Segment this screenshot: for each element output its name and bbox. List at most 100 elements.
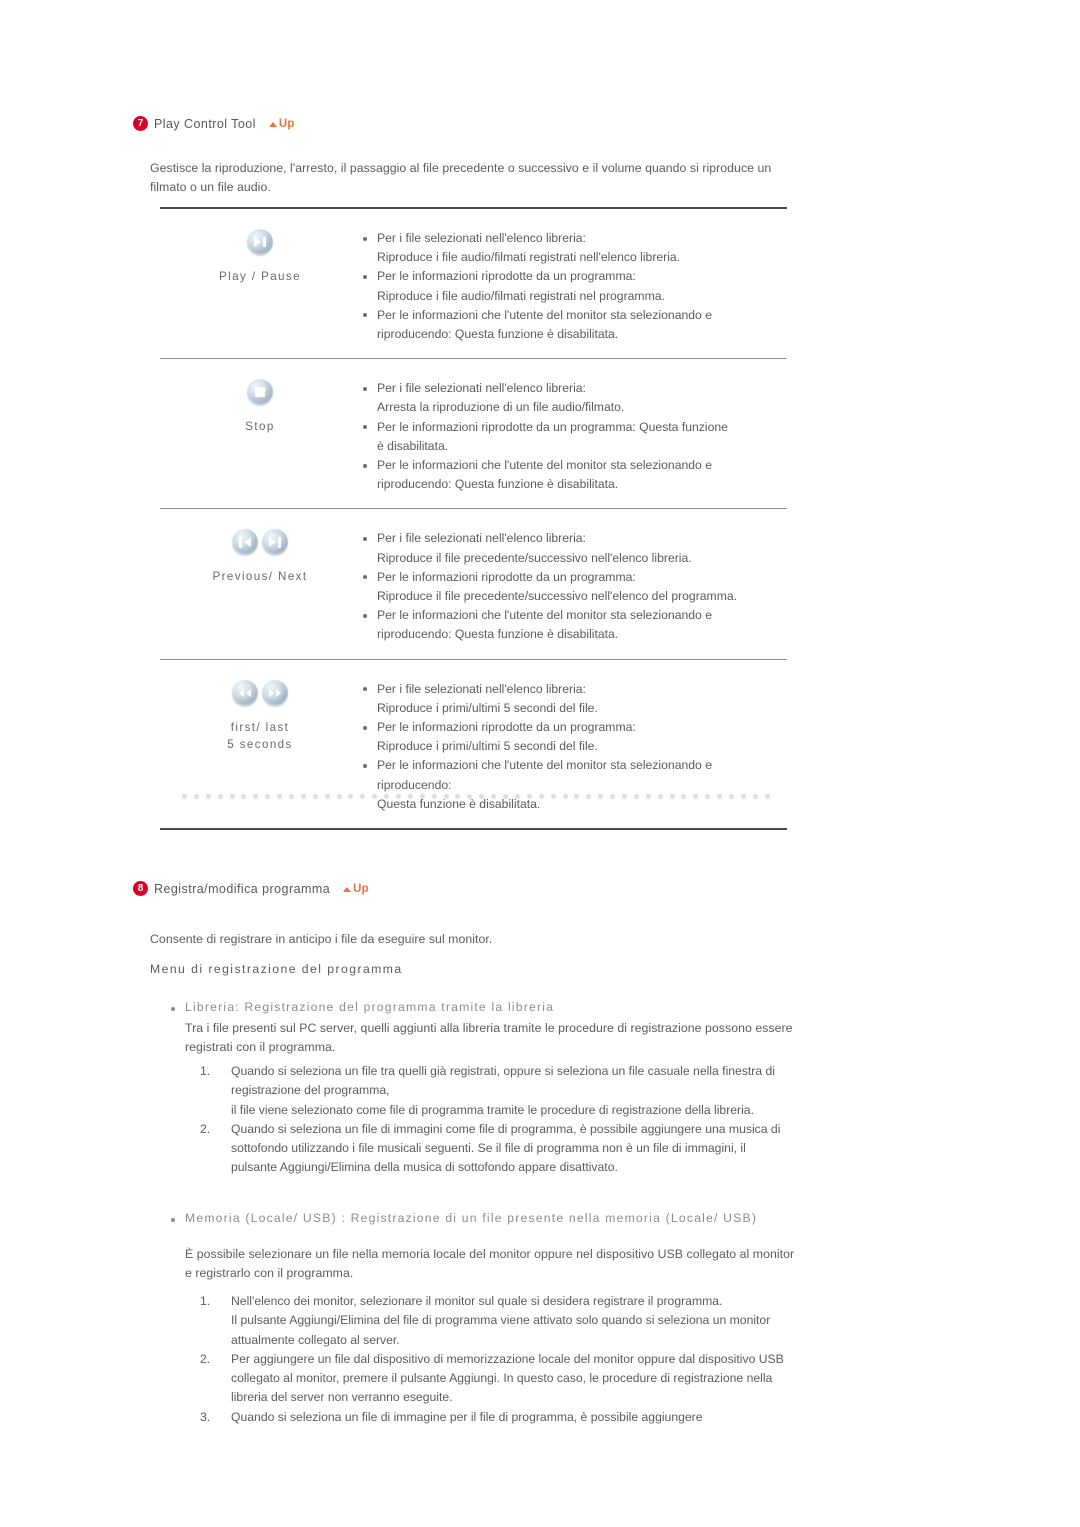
list-item: 2. Quando si seleziona un file di immagi… xyxy=(200,1120,790,1178)
program-menu-heading: Menu di registrazione del programma xyxy=(150,962,403,976)
bullet-lead: Per le informazioni riprodotte da un pro… xyxy=(377,269,636,284)
list-item: Per i file selezionati nell'elenco libre… xyxy=(360,229,781,267)
memory-heading: Memoria (Locale/ USB) : Registrazione di… xyxy=(168,1211,757,1225)
memory-body: È possibile selezionare un file nella me… xyxy=(185,1247,795,1280)
up-link-label: Up xyxy=(353,882,369,895)
previous-next-icon xyxy=(232,529,288,556)
triangle-up-icon xyxy=(268,122,277,127)
library-body: Tra i file presenti sul PC server, quell… xyxy=(185,1021,793,1054)
list-item: 3. Quando si seleziona un file di immagi… xyxy=(200,1408,790,1427)
library-heading: Libreria: Registrazione del programma tr… xyxy=(168,1000,554,1014)
row-icon-cell: Previous/ Next xyxy=(160,509,360,599)
list-item-lead: Quando si seleziona un file tra quelli g… xyxy=(231,1064,776,1098)
bullet-sub: è disabilitata. xyxy=(377,438,449,453)
up-link-label: Up xyxy=(278,117,295,130)
table-row: Play / Pause Per i file selezionati nell… xyxy=(160,209,787,358)
section-title: Registra/modifica programma xyxy=(154,881,331,896)
bullet-lead: Per le informazioni che l'utente del mon… xyxy=(377,608,712,623)
bullet-lead: Per le informazioni riprodotte da un pro… xyxy=(377,569,636,584)
list-item: Per le informazioni che l'utente del mon… xyxy=(360,306,781,344)
bullet-lead: Per le informazioni che l'utente del mon… xyxy=(377,758,712,773)
bullet-lead: Per le informazioni che l'utente del mon… xyxy=(377,458,712,473)
list-item: Per i file selezionati nell'elenco libre… xyxy=(360,529,781,567)
list-item-number: 2. xyxy=(200,1121,211,1136)
play-control-table: Play / Pause Per i file selezionati nell… xyxy=(160,207,787,831)
list-item-lead: Nell'elenco dei monitor, selezionare il … xyxy=(231,1294,723,1308)
row-bullet-list: Per i file selezionati nell'elenco libre… xyxy=(360,229,781,344)
dotted-divider xyxy=(182,793,770,799)
memory-steps: 1. Nell'elenco dei monitor, selezionare … xyxy=(200,1292,790,1427)
row-label: Stop xyxy=(245,420,275,434)
list-item: Per le informazioni riprodotte da un pro… xyxy=(360,267,781,305)
section-8-intro: Consente di registrare in anticipo i fil… xyxy=(150,932,493,946)
row-description-cell: Per i file selezionati nell'elenco libre… xyxy=(360,509,787,658)
list-item: Per le informazioni riprodotte da un pro… xyxy=(360,718,781,756)
list-item-number: 1. xyxy=(200,1064,211,1078)
up-link[interactable]: Up xyxy=(268,117,295,130)
list-item: Per i file selezionati nell'elenco libre… xyxy=(360,680,781,718)
row-description-cell: Per i file selezionati nell'elenco libre… xyxy=(360,359,787,508)
table-row: first/ last 5 seconds Per i file selezio… xyxy=(160,660,787,828)
row-icon-cell: Stop xyxy=(160,359,360,449)
list-item: Per le informazioni riprodotte da un pro… xyxy=(360,418,781,456)
list-item: Per le informazioni che l'utente del mon… xyxy=(360,606,781,644)
list-item: Per i file selezionati nell'elenco libre… xyxy=(360,379,781,417)
bullet-sub: Riproduce i primi/ultimi 5 secondi del f… xyxy=(377,739,598,754)
row-label: Play / Pause xyxy=(219,270,301,283)
document-page: 7 Play Control Tool Up Gestisce la ripro… xyxy=(0,0,1080,1527)
table-bottom-border xyxy=(160,828,787,831)
list-item-lead: Quando si seleziona un file di immagine … xyxy=(231,1409,703,1424)
bullet-lead: Per i file selezionati nell'elenco libre… xyxy=(377,381,586,396)
list-item: Per le informazioni che l'utente del mon… xyxy=(360,756,781,814)
table-row: Stop Per i file selezionati nell'elenco … xyxy=(160,359,787,508)
up-link[interactable]: Up xyxy=(343,883,369,895)
row-icon-cell: first/ last 5 seconds xyxy=(160,660,360,767)
list-item-lead: Quando si seleziona un file di immagini … xyxy=(231,1121,781,1175)
bullet-lead: Per i file selezionati nell'elenco libre… xyxy=(377,681,586,696)
bullet-lead: Per le informazioni che l'utente del mon… xyxy=(377,307,712,322)
bullet-sub: Arresta la riproduzione di un file audio… xyxy=(377,400,625,415)
list-item-number: 1. xyxy=(200,1294,211,1308)
list-item-sub: il file viene selezionato come file di p… xyxy=(231,1102,754,1117)
list-item: 2. Per aggiungere un file dal dispositiv… xyxy=(200,1350,790,1408)
list-item-sub: Il pulsante Aggiungi/Elimina del file di… xyxy=(231,1313,771,1347)
triangle-up-icon xyxy=(343,887,352,892)
section-7-intro: Gestisce la riproduzione, l'arresto, il … xyxy=(150,161,772,194)
bullet-sub: Riproduce il file precedente/successivo … xyxy=(377,589,738,604)
bullet-sub: riproducendo: Questa funzione è disabili… xyxy=(377,327,619,342)
bullet-sub: riproducendo: Questa funzione è disabili… xyxy=(377,477,619,492)
row-label-second-line: 5 seconds xyxy=(227,737,293,751)
section-7-header: 7 Play Control Tool Up xyxy=(133,116,295,131)
bullet-sub: Riproduce i primi/ultimi 5 secondi del f… xyxy=(377,700,598,715)
list-item-number: 2. xyxy=(200,1351,211,1366)
row-bullet-list: Per i file selezionati nell'elenco libre… xyxy=(360,379,781,494)
section-title: Play Control Tool xyxy=(154,116,256,131)
list-item: 1. Nell'elenco dei monitor, selezionare … xyxy=(200,1292,790,1350)
bullet-sub: Riproduce il file precedente/successivo … xyxy=(377,550,692,565)
list-item-number: 3. xyxy=(200,1409,211,1424)
row-label: Previous/ Next xyxy=(212,570,308,584)
stop-icon xyxy=(247,379,273,406)
section-number-badge: 8 xyxy=(133,881,148,896)
bullet-lead: Per le informazioni riprodotte da un pro… xyxy=(377,720,636,735)
bullet-lead: Per i file selezionati nell'elenco libre… xyxy=(377,531,586,546)
bullet-lead: Per le informazioni riprodotte da un pro… xyxy=(377,419,728,434)
section-8-header: 8 Registra/modifica programma Up xyxy=(133,881,369,896)
row-icon-cell: Play / Pause xyxy=(160,209,360,299)
list-item-lead: Per aggiungere un file dal dispositivo d… xyxy=(231,1351,784,1405)
list-item: 1. Quando si seleziona un file tra quell… xyxy=(200,1062,790,1120)
list-item: Per le informazioni riprodotte da un pro… xyxy=(360,568,781,606)
row-description-cell: Per i file selezionati nell'elenco libre… xyxy=(360,660,787,828)
row-description-cell: Per i file selezionati nell'elenco libre… xyxy=(360,209,787,358)
table-row: Previous/ Next Per i file selezionati ne… xyxy=(160,509,787,658)
bullet-sub: Riproduce i file audio/filmati registrat… xyxy=(377,250,681,265)
library-steps: 1. Quando si seleziona un file tra quell… xyxy=(200,1062,790,1178)
first-last-5-seconds-icon xyxy=(232,679,288,706)
bullet-lead: Per i file selezionati nell'elenco libre… xyxy=(377,231,586,245)
bullet-sub: Riproduce i file audio/filmati registrat… xyxy=(377,288,665,303)
row-bullet-list: Per i file selezionati nell'elenco libre… xyxy=(360,529,781,644)
bullet-sub: riproducendo: xyxy=(377,777,452,792)
play-pause-icon xyxy=(247,229,273,255)
bullet-sub: riproducendo: Questa funzione è disabili… xyxy=(377,627,619,642)
list-item: Per le informazioni che l'utente del mon… xyxy=(360,456,781,494)
